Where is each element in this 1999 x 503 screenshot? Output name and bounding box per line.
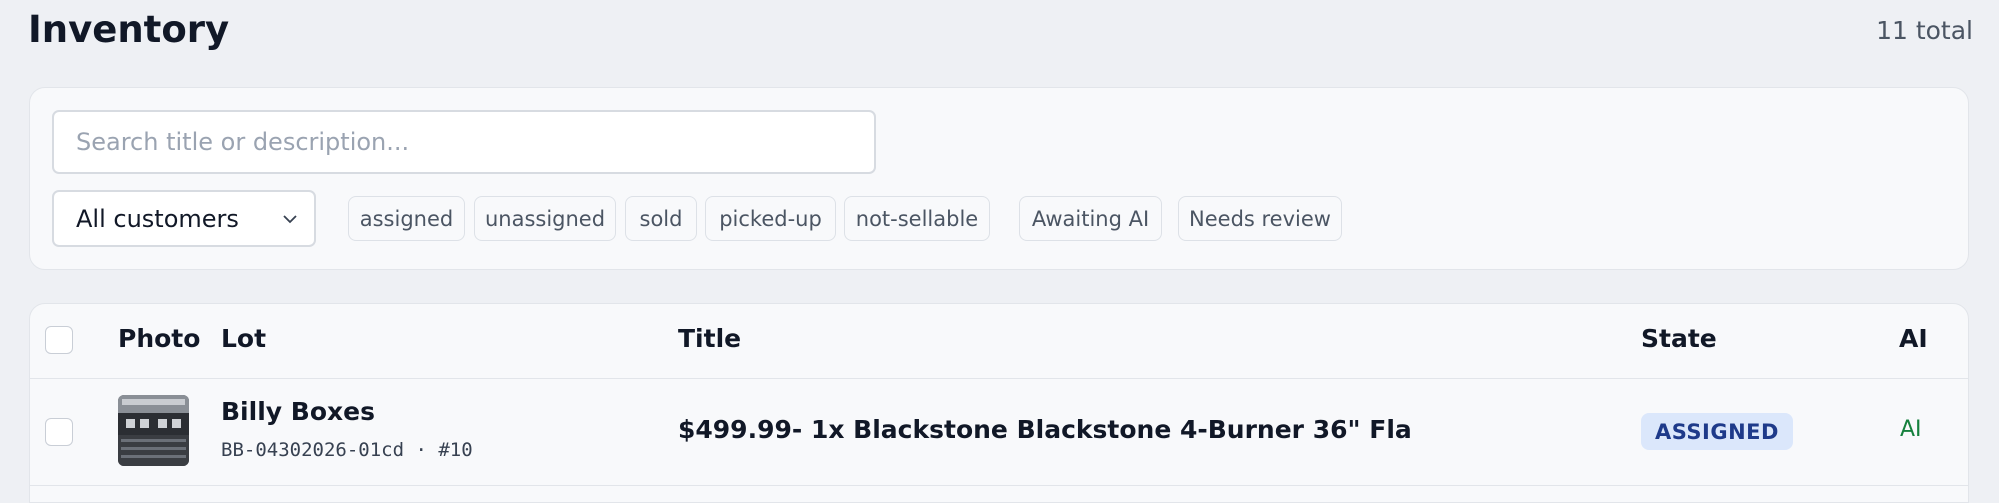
item-photo[interactable] <box>118 395 189 466</box>
table-header: Photo Lot Title State AI <box>30 304 1968 379</box>
row-checkbox[interactable] <box>45 418 73 446</box>
chip-picked-up[interactable]: picked-up <box>705 196 836 241</box>
select-all-checkbox[interactable] <box>45 326 73 354</box>
customer-select[interactable]: All customers <box>52 190 316 247</box>
photo-thumbnail <box>118 395 189 466</box>
inventory-table: Photo Lot Title State AI Billy Boxes BB-… <box>29 303 1969 503</box>
lot-name[interactable]: Billy Boxes <box>221 397 375 426</box>
chip-awaiting-ai[interactable]: Awaiting AI <box>1019 196 1162 241</box>
search-input[interactable] <box>52 110 876 174</box>
chip-assigned[interactable]: assigned <box>348 196 465 241</box>
column-photo[interactable]: Photo <box>118 324 200 353</box>
customer-select-value: All customers <box>76 204 239 233</box>
chip-not-sellable[interactable]: not-sellable <box>844 196 990 241</box>
status-badge: ASSIGNED <box>1641 413 1793 450</box>
chip-needs-review[interactable]: Needs review <box>1178 196 1342 241</box>
column-title[interactable]: Title <box>678 324 741 353</box>
table-row[interactable]: Billy Boxes BB-04302026-01cd · #10 $499.… <box>30 379 1968 486</box>
lot-code: BB-04302026-01cd · #10 <box>221 439 473 461</box>
chip-sold[interactable]: sold <box>625 196 697 241</box>
total-count: 11 total <box>1876 16 1973 45</box>
column-state[interactable]: State <box>1641 324 1717 353</box>
chip-unassigned[interactable]: unassigned <box>474 196 616 241</box>
column-ai[interactable]: AI <box>1899 324 1928 353</box>
filter-panel: All customers assigned unassigned sold p… <box>29 87 1969 270</box>
chevron-down-icon <box>283 215 297 224</box>
item-title[interactable]: $499.99- 1x Blackstone Blackstone 4-Burn… <box>678 415 1412 444</box>
ai-status: AI <box>1900 417 1922 442</box>
page-title: Inventory <box>28 8 230 51</box>
column-lot[interactable]: Lot <box>221 324 266 353</box>
